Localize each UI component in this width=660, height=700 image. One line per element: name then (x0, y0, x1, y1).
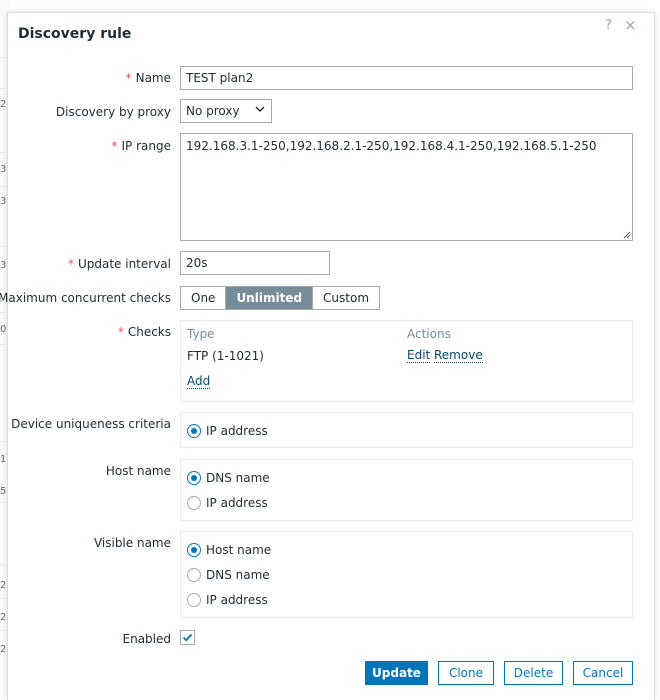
max-checks-one[interactable]: One (181, 287, 227, 309)
check-type-cell: FTP (1-1021) (187, 349, 264, 363)
update-interval-label: * Update interval (68, 257, 171, 271)
name-input[interactable]: TEST plan2 (180, 66, 633, 90)
check-edit-link[interactable]: Edit (407, 349, 431, 363)
checks-col-type: Type (187, 327, 215, 341)
max-checks-label: Maximum concurrent checks (0, 291, 171, 305)
update-interval-input[interactable]: 20s (180, 251, 330, 275)
radio-unselected-icon (187, 593, 201, 607)
dialog-title: Discovery rule (18, 26, 132, 42)
checks-label-text: Checks (127, 325, 171, 339)
uniqueness-box: IP address (180, 412, 633, 448)
checks-label: * Checks (118, 325, 171, 339)
radio-selected-icon (187, 543, 201, 557)
host-name-ip-label: IP address (206, 496, 268, 510)
help-icon[interactable]: ? (605, 18, 612, 33)
proxy-select-value: No proxy (186, 104, 240, 118)
visible-name-dns-label: DNS name (206, 568, 270, 582)
radio-selected-icon (187, 471, 201, 485)
checks-col-actions: Actions (407, 327, 451, 341)
cancel-button[interactable]: Cancel (573, 661, 633, 685)
required-marker: * (67, 257, 74, 271)
host-name-box: DNS name IP address (180, 459, 633, 521)
resize-grip-icon[interactable] (622, 230, 631, 239)
proxy-label: Discovery by proxy (55, 105, 171, 119)
enabled-checkbox[interactable] (180, 630, 195, 645)
uniqueness-ip-option[interactable]: IP address (187, 423, 268, 439)
ip-range-label-text: IP range (121, 139, 171, 153)
visible-name-dns-option[interactable]: DNS name (187, 567, 270, 583)
checks-box: Type Actions FTP (1-1021) Edit Remove Ad… (180, 320, 633, 402)
radio-selected-icon (187, 424, 201, 438)
check-add-link[interactable]: Add (187, 375, 211, 389)
required-marker: * (111, 139, 118, 153)
host-name-ip-option[interactable]: IP address (187, 495, 268, 511)
proxy-select[interactable]: No proxy (180, 99, 272, 123)
max-checks-segmented: One Unlimited Custom (180, 286, 381, 310)
visible-name-label: Visible name (93, 536, 171, 550)
visible-name-ip-label: IP address (206, 593, 268, 607)
visible-name-box: Host name DNS name IP address (180, 531, 633, 618)
background-text: 2 (0, 99, 7, 110)
visible-name-ip-option[interactable]: IP address (187, 592, 268, 608)
update-interval-label-text: Update interval (77, 257, 171, 271)
ip-range-textarea[interactable]: 192.168.3.1-250,192.168.2.1-250,192.168.… (180, 133, 633, 241)
ip-range-label: * IP range (112, 139, 171, 153)
discovery-rule-dialog: Discovery rule ? × * Name TEST plan2 Disc… (0, 12, 655, 700)
ip-range-value: 192.168.3.1-250,192.168.2.1-250,192.168.… (186, 139, 597, 153)
max-checks-unlimited[interactable]: Unlimited (226, 287, 314, 309)
name-label: * Name (126, 71, 171, 85)
required-marker: * (125, 71, 132, 85)
required-marker: * (117, 325, 124, 339)
delete-button[interactable]: Delete (504, 661, 563, 685)
update-button[interactable]: Update (365, 661, 428, 685)
uniqueness-ip-label: IP address (206, 424, 268, 438)
checkmark-icon (182, 633, 193, 642)
radio-unselected-icon (187, 568, 201, 582)
max-checks-custom[interactable]: Custom (313, 287, 380, 309)
clone-button[interactable]: Clone (438, 661, 494, 685)
close-icon[interactable]: × (624, 16, 637, 34)
chevron-down-icon (255, 106, 265, 112)
host-name-dns-option[interactable]: DNS name (187, 470, 270, 486)
name-label-text: Name (135, 71, 171, 85)
background-text: 1 (0, 454, 7, 465)
check-remove-link[interactable]: Remove (434, 349, 483, 363)
radio-unselected-icon (187, 496, 201, 510)
visible-name-host-label: Host name (206, 543, 272, 557)
uniqueness-label: Device uniqueness criteria (11, 417, 171, 431)
enabled-label: Enabled (122, 632, 172, 646)
host-name-label: Host name (105, 464, 171, 478)
visible-name-host-option[interactable]: Host name (187, 542, 271, 558)
host-name-dns-label: DNS name (206, 471, 270, 485)
